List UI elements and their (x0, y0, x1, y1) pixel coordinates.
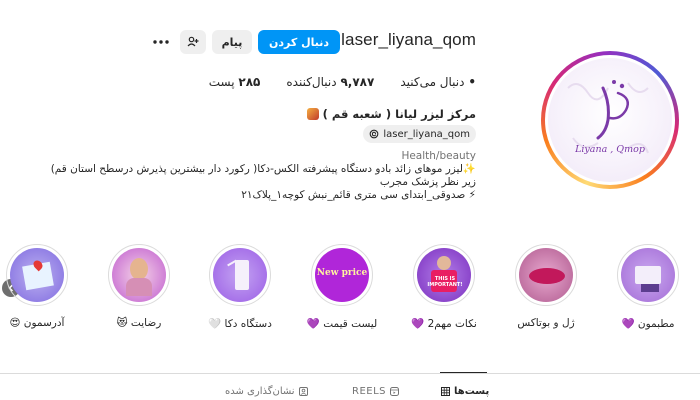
tab-posts[interactable]: پست‌ها (441, 386, 489, 397)
more-options-button[interactable] (150, 34, 172, 50)
highlight-address-image (10, 248, 64, 302)
threads-link[interactable]: laser_liyana_qom (363, 125, 476, 143)
tabs-divider (0, 373, 700, 374)
active-tab-indicator (440, 372, 487, 373)
add-user-button[interactable] (180, 30, 206, 54)
highlight-gel-botox-image (519, 248, 573, 302)
highlight-office[interactable] (617, 244, 679, 306)
username: laser_liyana_qom (341, 30, 476, 49)
highlight-label: ژل و بوتاکس (517, 317, 575, 329)
bio-line: ✨لیزر موهای زائد بادو دستگاه پیشرفته الک… (50, 163, 476, 175)
highlight-office-image (621, 248, 675, 302)
highlight-new-price-text: New price (316, 268, 368, 278)
highlight-deka-device[interactable] (209, 244, 271, 306)
grid-icon (441, 387, 450, 396)
highlight-important-tips[interactable]: THIS IS IMPORTANT! (413, 244, 475, 306)
threads-icon (369, 129, 379, 139)
category-label: Health/beauty (401, 150, 476, 162)
highlight-label: رضایت 😻 (116, 317, 162, 329)
highlight-deka-device-image (213, 248, 267, 302)
bio-line: ⚡ صدوقی_ابتدای سی متری قائم_نبش کوچه۱_پل… (241, 189, 476, 201)
highlight-important-text: THIS IS IMPORTANT! (427, 276, 463, 288)
tab-tagged[interactable]: نشان‌گذاری شده (225, 386, 308, 397)
following-stat[interactable]: • دنبال می‌کنید (400, 75, 476, 89)
flame-emoji-icon (306, 108, 319, 120)
followers-stat[interactable]: ۹,۷۸۷ دنبال‌کننده (286, 75, 374, 89)
highlight-price-list[interactable]: New price (311, 244, 373, 306)
highlight-label: لیست قیمت 💜 (306, 318, 378, 330)
highlight-satisfaction-image (112, 248, 166, 302)
profile-avatar[interactable]: Liyana , Qmop (541, 51, 679, 189)
highlight-label: نکات مهم2 💜 (411, 318, 477, 330)
more-dots-icon (153, 40, 169, 44)
follow-button[interactable]: دنبال کردن (258, 30, 340, 54)
avatar-frame: Liyana , Qmop (545, 55, 675, 185)
highlight-important-tips-image: THIS IS IMPORTANT! (417, 248, 471, 302)
message-button[interactable]: پیام (212, 30, 252, 54)
tagged-icon (298, 387, 308, 396)
full-name: مرکز لیزر لیانا ( شعبه قم ) (306, 107, 476, 121)
posts-stat: ۲۸۵ پست (208, 75, 261, 89)
highlight-gel-botox[interactable] (515, 244, 577, 306)
highlight-address[interactable] (6, 244, 68, 306)
highlight-price-list-image: New price (315, 248, 369, 302)
bio-line: زیر نظر پزشک مجرب (379, 176, 476, 188)
highlight-label: آدرسمون 😍 (9, 317, 65, 329)
reels-icon (390, 387, 400, 396)
highlight-label: مطبمون 💜 (621, 318, 675, 330)
add-user-icon (187, 36, 199, 47)
bio-text: ✨لیزر موهای زائد بادو دستگاه پیشرفته الک… (16, 163, 476, 202)
tab-reels[interactable]: REELS (352, 386, 400, 397)
highlight-label: دستگاه دکا 🤍 (208, 318, 272, 330)
highlight-satisfaction[interactable] (108, 244, 170, 306)
liyana-logo-icon (567, 80, 649, 154)
avatar-caption: Liyana , Qmop (575, 144, 645, 155)
avatar-logo: Liyana , Qmop (548, 58, 672, 182)
profile-stats: ۲۸۵ پست ۹,۷۸۷ دنبال‌کننده • دنبال می‌کنی… (209, 75, 476, 89)
